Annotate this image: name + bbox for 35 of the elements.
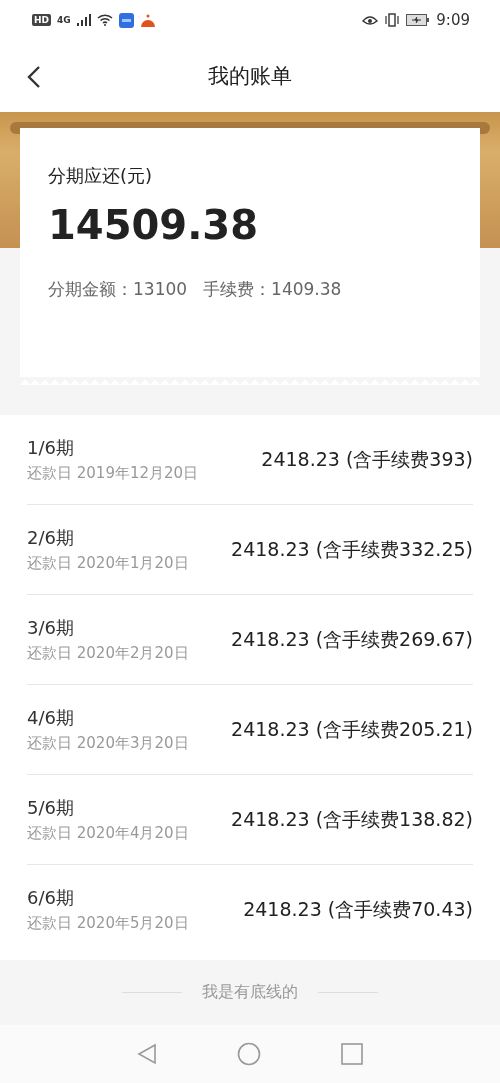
installment-amount: 2418.23 (含手续费332.25) [231,536,473,562]
vibrate-icon [384,13,401,27]
back-nav-button[interactable] [137,1043,157,1065]
due-date: 还款日 2020年3月20日 [27,734,189,753]
battery-icon [406,14,431,26]
clock: 9:09 [436,11,470,29]
installment-amount: 2418.23 (含手续费205.21) [231,716,473,742]
total-amount: 14509.38 [48,202,260,248]
period-label: 5/6期 [27,796,75,820]
period-label: 2/6期 [27,526,75,550]
eye-icon [362,14,379,26]
due-date: 还款日 2019年12月20日 [27,464,199,483]
period-label: 3/6期 [27,616,75,640]
due-date: 还款日 2020年2月20日 [27,644,189,663]
summary-label: 分期应还(元) [48,164,154,188]
installment-amount: 2418.23 (含手续费269.67) [231,626,473,652]
principal-text: 分期金额：13100 [48,278,188,301]
period-label: 6/6期 [27,886,75,910]
wifi-icon [96,14,113,26]
page-title: 我的账单 [208,63,292,90]
recents-nav-button[interactable] [341,1043,363,1065]
due-date: 还款日 2020年5月20日 [27,914,189,933]
home-nav-button[interactable] [237,1042,261,1066]
installment-amount: 2418.23 (含手续费393) [261,446,473,472]
due-date: 还款日 2020年1月20日 [27,554,189,573]
period-label: 1/6期 [27,436,75,460]
period-label: 4/6期 [27,706,75,730]
installment-amount: 2418.23 (含手续费138.82) [231,806,473,832]
hd-indicator: HD [32,14,51,26]
due-date: 还款日 2020年4月20日 [27,824,189,843]
signal-icon [76,14,91,26]
network-type: 4G [57,15,71,25]
end-of-list-text: 我是有底线的 [202,982,298,1003]
fee-text: 手续费：1409.38 [203,278,342,301]
installment-amount: 2418.23 (含手续费70.43) [243,896,473,922]
